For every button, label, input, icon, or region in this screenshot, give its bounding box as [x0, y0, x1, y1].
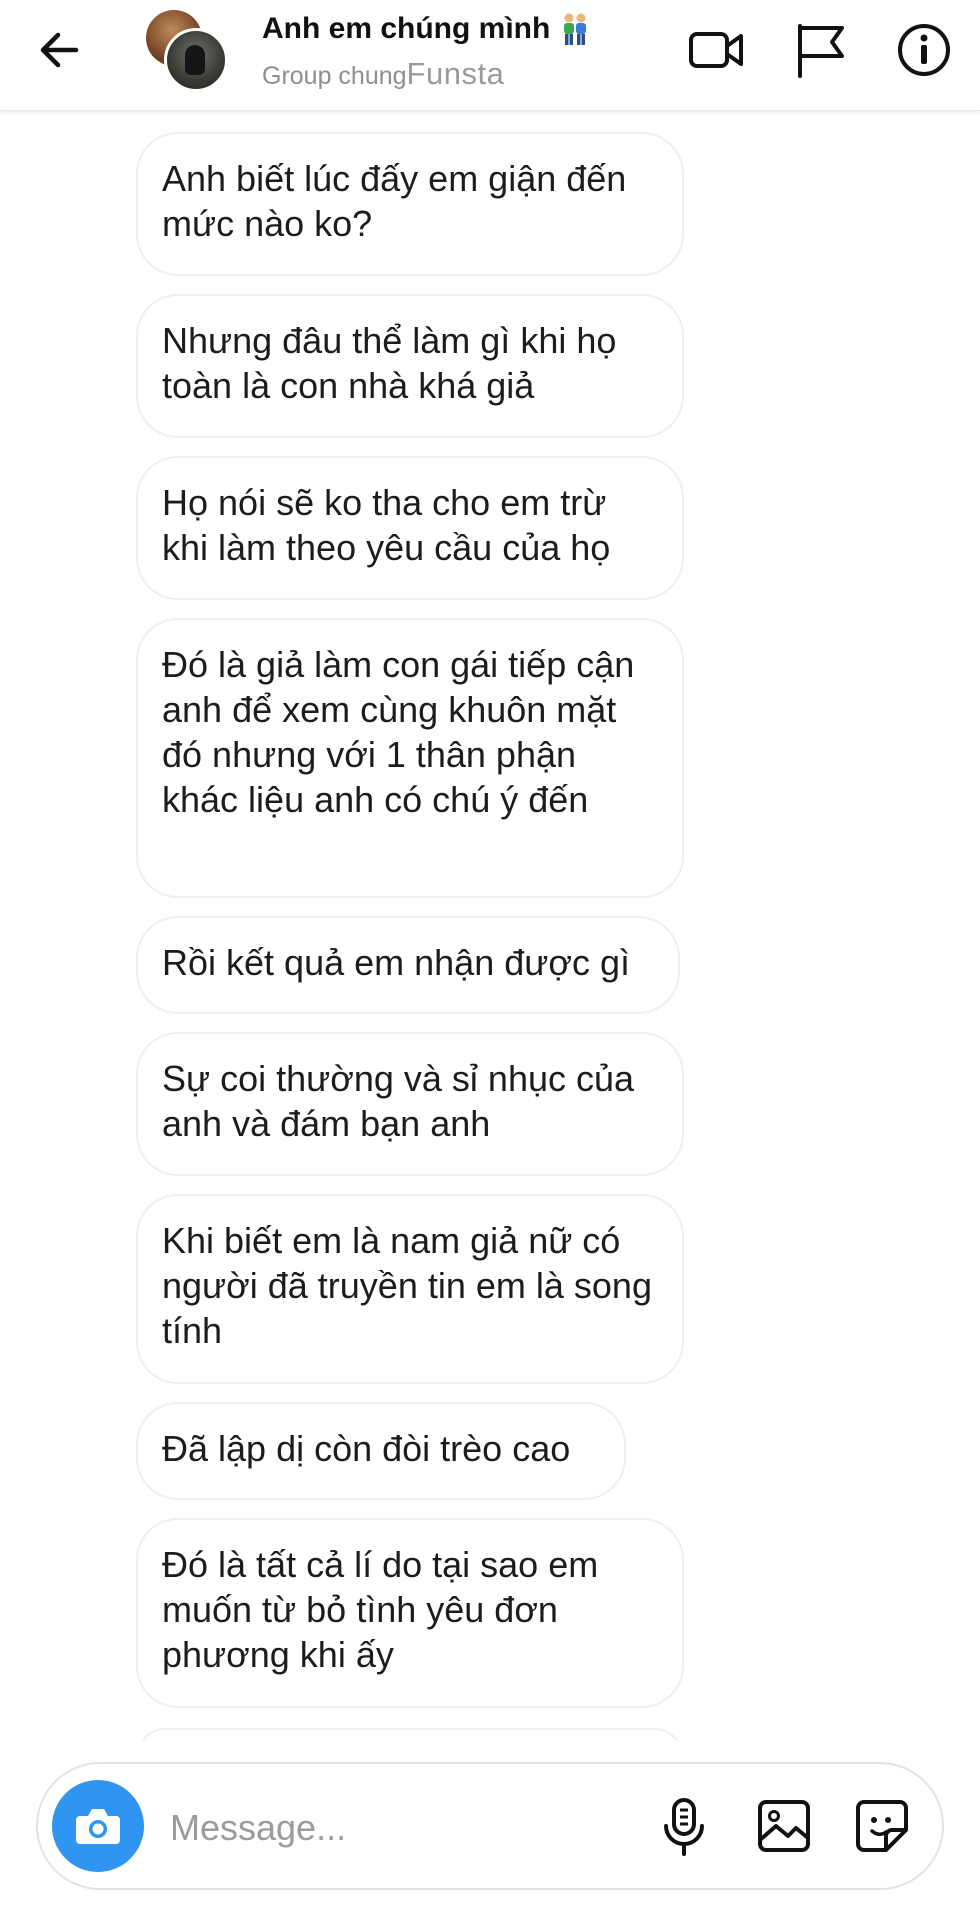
message-composer — [36, 1762, 944, 1890]
two-people-emoji-icon — [558, 12, 592, 46]
group-avatar[interactable] — [146, 10, 228, 92]
video-call-button[interactable] — [684, 18, 748, 82]
chat-screen: Anh em chúng mình Group chungFunsta Anh … — [0, 0, 980, 1920]
report-button[interactable] — [788, 18, 852, 82]
camera-button[interactable] — [52, 1780, 144, 1872]
message-bubble[interactable]: Nhưng đâu thể làm gì khi họ toàn là con … — [136, 294, 684, 438]
chat-subtitle: Group chung — [262, 62, 407, 90]
arrow-left-icon — [40, 32, 79, 68]
message-bubble[interactable]: Đó là giả làm con gái tiếp cận anh để xe… — [136, 618, 684, 898]
chat-title-block[interactable]: Anh em chúng mình Group chungFunsta — [262, 12, 592, 92]
gallery-button[interactable] — [752, 1794, 816, 1858]
message-bubble[interactable]: Đó là tất cả lí do tại sao em muốn từ bỏ… — [136, 1518, 684, 1708]
group-name: Anh em chúng mình — [262, 12, 551, 45]
sticker-button[interactable] — [850, 1794, 914, 1858]
back-button[interactable] — [34, 24, 86, 76]
message-bubble[interactable]: Sự coi thường và sỉ nhục của anh và đám … — [136, 1032, 684, 1176]
chat-header: Anh em chúng mình Group chungFunsta — [0, 0, 980, 111]
info-button[interactable] — [892, 18, 956, 82]
sticker-icon — [856, 1800, 908, 1852]
flag-icon — [798, 24, 844, 78]
image-icon — [758, 1800, 810, 1852]
message-bubble[interactable]: Họ nói sẽ ko tha cho em trừ khi làm theo… — [136, 456, 684, 600]
chat-title: Anh em chúng mình — [262, 12, 592, 46]
message-list[interactable]: Anh biết lúc đấy em giận đến mức nào ko?… — [0, 110, 980, 1740]
watermark-label: Funsta — [406, 56, 505, 91]
message-bubble[interactable]: Anh biết lúc đấy em giận đến mức nào ko? — [136, 132, 684, 276]
message-bubble-partial[interactable] — [136, 1728, 684, 1740]
microphone-icon — [664, 1798, 704, 1856]
camera-icon — [76, 1809, 120, 1844]
message-bubble[interactable]: Đã lập dị còn đòi trèo cao — [136, 1402, 626, 1500]
message-bubble[interactable]: Rồi kết quả em nhận được gì — [136, 916, 680, 1014]
video-camera-icon — [689, 32, 743, 68]
voice-message-button[interactable] — [654, 1794, 714, 1858]
info-icon — [898, 24, 950, 76]
member-avatar — [164, 28, 228, 92]
message-bubble[interactable]: Khi biết em là nam giả nữ có người đã tr… — [136, 1194, 684, 1384]
message-input[interactable] — [168, 1800, 552, 1856]
